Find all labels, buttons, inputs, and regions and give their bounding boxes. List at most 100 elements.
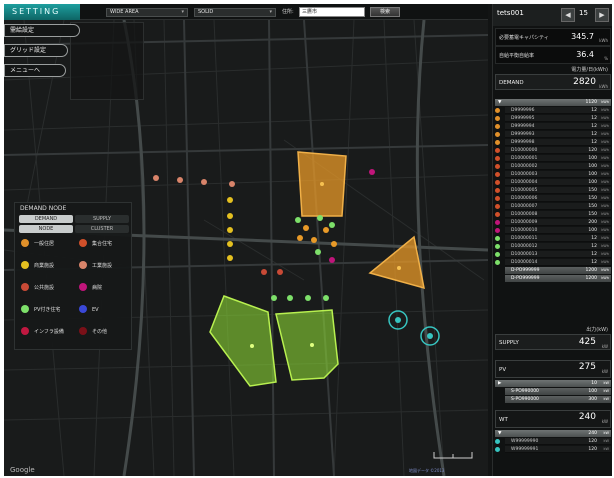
pv-group-row[interactable]: ▶ 10 kW (495, 380, 611, 387)
node-color-dot (495, 124, 500, 129)
supply-demand-settings-button[interactable]: 需給設定 (4, 24, 80, 37)
wt-node-row[interactable]: W99999990 120 kW (495, 438, 611, 445)
demand-node-row[interactable]: D10000004 100 kWh (495, 179, 611, 186)
node-id: D9999996 (511, 108, 535, 113)
node-value: 150 (588, 204, 597, 209)
demand-node-row[interactable]: D9999998 12 kWh (495, 139, 611, 146)
demand-label: DEMAND (499, 80, 524, 86)
node-unit: kWh (601, 244, 609, 248)
supply-value: 425 (578, 337, 596, 347)
wt-group-row[interactable]: ▼ 240 kW (495, 430, 611, 437)
to-menu-button[interactable]: メニューへ (4, 64, 66, 77)
demand-node-row[interactable]: D10000003 100 kWh (495, 171, 611, 178)
legend-dot (79, 239, 87, 247)
demand-node-row[interactable]: D10000008 150 kWh (495, 211, 611, 218)
demand-node-row[interactable]: D10000014 12 kWh (495, 259, 611, 266)
demand-node-row[interactable]: D9999996 12 kWh (495, 107, 611, 114)
area-select[interactable]: WIDE AREA ▾ (106, 8, 188, 17)
node-id: D10000012 (511, 244, 538, 249)
node-id: D10000004 (511, 180, 538, 185)
tab-cluster[interactable]: CLUSTER (75, 225, 129, 233)
demand-node-row[interactable]: D10000010 100 kWh (495, 227, 611, 234)
collapse-icon[interactable]: ▼ (498, 430, 501, 437)
demand-group-value: 1120 (585, 100, 597, 105)
demand-subgroup-row[interactable]: D-PO999999 1200 kWh (505, 267, 611, 274)
node-color-dot (495, 236, 500, 241)
next-icon[interactable]: ▶ (595, 8, 609, 22)
demand-node-row[interactable]: D10000013 12 kWh (495, 251, 611, 258)
search-button[interactable]: 検索 (370, 7, 400, 17)
node-color-dot (495, 172, 500, 177)
demand-node-row[interactable]: D10000009 200 kWh (495, 219, 611, 226)
demand-group-row[interactable]: ▼ 1120 kWh (495, 99, 611, 106)
legend-item-public: 公共施設 (21, 281, 54, 295)
node-color-dot (495, 148, 500, 153)
node-unit: kWh (601, 196, 609, 200)
node-value: 1200 (585, 268, 597, 273)
demand-node-row[interactable]: D10000007 150 kWh (495, 203, 611, 210)
demand-node-row[interactable]: D10000011 12 kWh (495, 235, 611, 242)
address-input[interactable]: 三鷹市 (299, 7, 365, 17)
legend-dot (21, 239, 29, 247)
node-value: 12 (591, 260, 597, 265)
node-id: D10000011 (511, 236, 538, 241)
grid-settings-button[interactable]: グリッド設定 (4, 44, 68, 57)
pv-group-unit: kW (603, 381, 610, 385)
node-unit: kWh (601, 204, 609, 208)
node-unit: kWh (601, 180, 609, 184)
setting-logo[interactable]: SETTING (4, 4, 80, 20)
legend-dot (21, 305, 29, 313)
node-value: 100 (588, 164, 597, 169)
wt-value: 240 (578, 412, 596, 422)
node-color-dot (495, 447, 500, 452)
node-unit: kWh (601, 172, 609, 176)
legend-title: DEMAND NODE (20, 205, 67, 212)
node-id: D9999995 (511, 116, 535, 121)
node-value: 100 (588, 228, 597, 233)
node-unit: kWh (601, 236, 609, 240)
wt-summary: WT 240 kW (495, 410, 611, 428)
tab-demand[interactable]: DEMAND (19, 215, 73, 223)
map-copyright[interactable]: 地図データ ©2013 (409, 468, 444, 474)
capacity-unit: kWh (599, 38, 608, 43)
node-color-dot (495, 180, 500, 185)
node-id: D10000002 (511, 164, 538, 169)
selfsufficiency-unit: % (604, 56, 608, 61)
demand-node-row[interactable]: D9999995 12 kWh (495, 115, 611, 122)
demand-node-row[interactable]: D9999993 12 kWh (495, 131, 611, 138)
legend-label: EV (92, 307, 99, 313)
tab-node[interactable]: NODE (19, 225, 73, 233)
expand-icon[interactable]: ▶ (498, 380, 501, 387)
demand-node-row[interactable]: D10000006 150 kWh (495, 195, 611, 202)
demand-node-row[interactable]: D10000000 120 kWh (495, 147, 611, 154)
node-value: 150 (588, 188, 597, 193)
pv-subgroup-row[interactable]: S-PO990000 100 kW (505, 388, 611, 395)
demand-node-row[interactable]: D9999994 12 kWh (495, 123, 611, 130)
node-value: 12 (591, 108, 597, 113)
node-value: 12 (591, 116, 597, 121)
legend-label: 病院 (92, 285, 103, 291)
node-color-dot (495, 140, 500, 145)
demand-node-row[interactable]: D10000012 12 kWh (495, 243, 611, 250)
node-id: D10000008 (511, 212, 538, 217)
node-id: D9999994 (511, 124, 535, 129)
node-value: 120 (588, 439, 597, 444)
prev-icon[interactable]: ◀ (561, 8, 575, 22)
supply-caption: 出力(kW) (586, 327, 608, 333)
pv-subgroup-row[interactable]: S-PO990000 300 kW (505, 396, 611, 403)
mode-select[interactable]: SOLID ▾ (194, 8, 276, 17)
legend-label: 商業施設 (34, 263, 55, 269)
legend-label: 工業施設 (92, 263, 113, 269)
tab-supply[interactable]: SUPPLY (75, 215, 129, 223)
demand-node-row[interactable]: D10000001 100 kWh (495, 155, 611, 162)
node-id: D10000009 (511, 220, 538, 225)
demand-node-row[interactable]: D10000002 100 kWh (495, 163, 611, 170)
node-value: 12 (591, 236, 597, 241)
demand-subgroup-row[interactable]: D-PO999999 1200 kWh (505, 275, 611, 282)
demand-node-row[interactable]: D10000005 150 kWh (495, 187, 611, 194)
wt-node-row[interactable]: W99999991 120 kW (495, 446, 611, 453)
node-color-dot (495, 132, 500, 137)
demand-unit: kWh (599, 84, 608, 89)
collapse-icon[interactable]: ▼ (498, 99, 501, 106)
node-id: D10000010 (511, 228, 538, 233)
